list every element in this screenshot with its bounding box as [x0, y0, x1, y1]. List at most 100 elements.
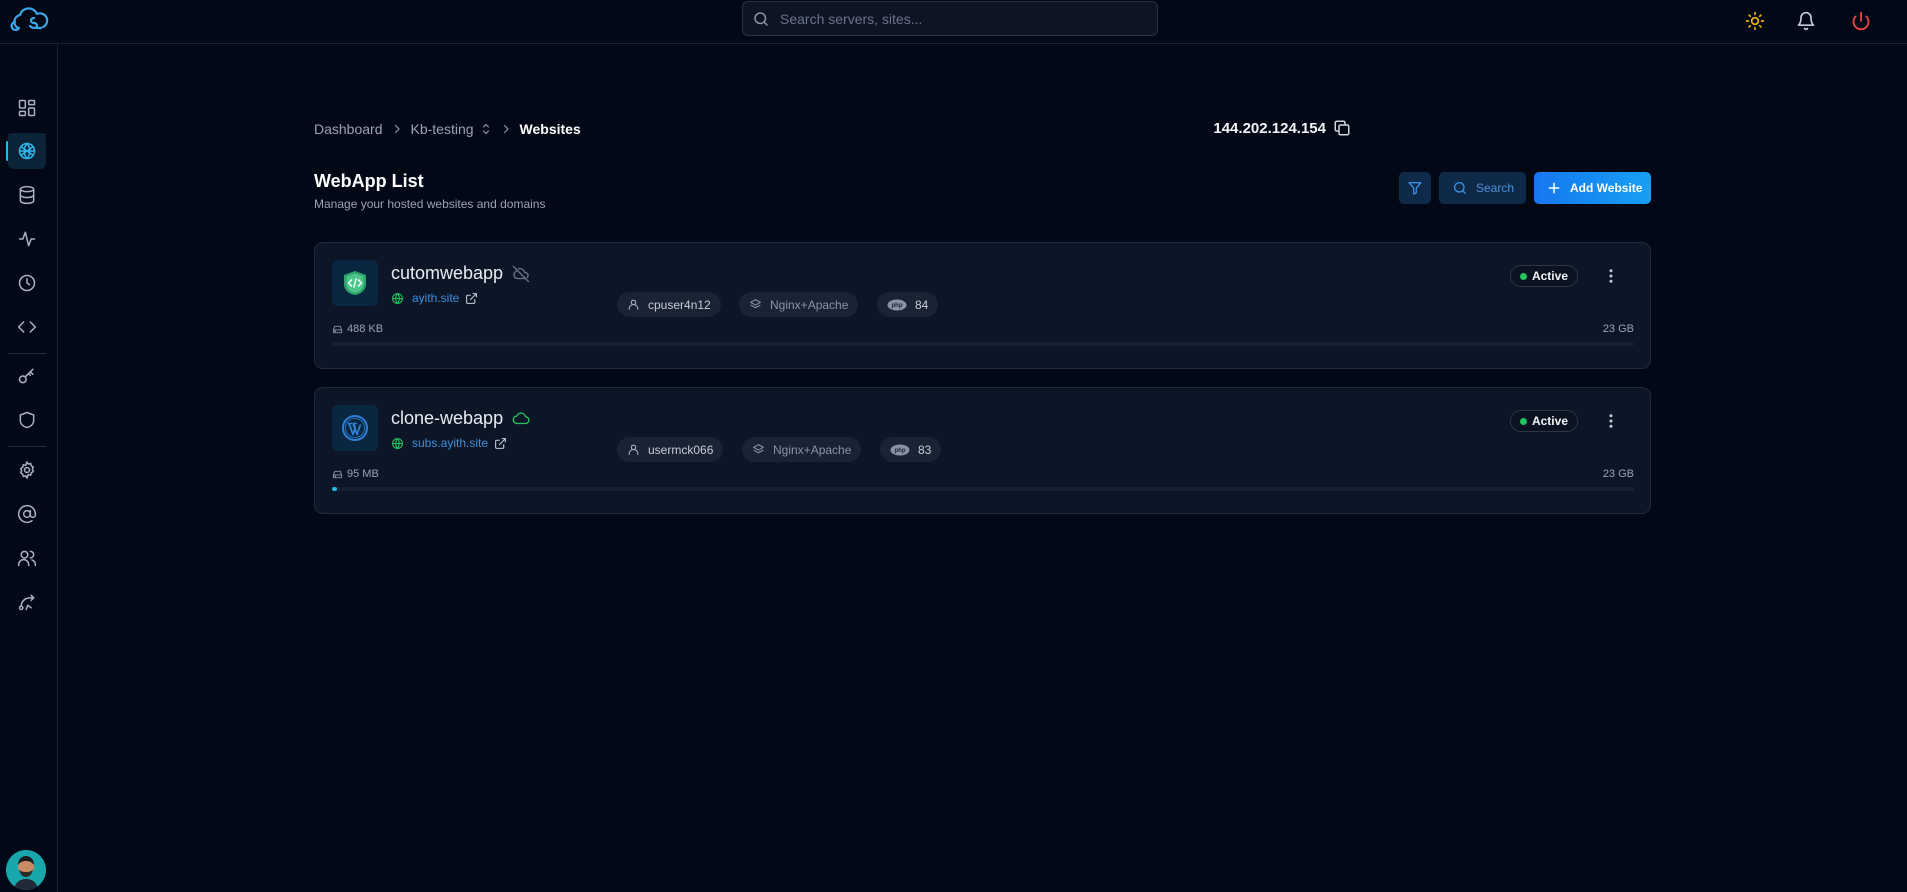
plus-icon — [1548, 182, 1560, 194]
clock-icon — [18, 274, 36, 292]
sidebar-item-security[interactable] — [8, 402, 46, 438]
hard-drive-icon — [332, 325, 343, 333]
webapp-card[interactable]: cutomwebapp ayith.site cpuser4n12 Nginx+… — [314, 242, 1651, 369]
webapp-status-text: Active — [1531, 414, 1568, 428]
search-websites-button[interactable]: Search — [1439, 172, 1526, 204]
users-icon — [17, 550, 37, 567]
at-sign-icon — [17, 504, 37, 524]
global-search-input[interactable] — [780, 10, 1140, 27]
svg-text:php: php — [895, 448, 906, 454]
webapp-domain-link[interactable]: subs.ayith.site — [391, 436, 507, 450]
top-bar — [0, 0, 1907, 44]
webapp-php-version: 84 — [915, 297, 929, 312]
external-link-icon — [495, 437, 506, 449]
copy-icon[interactable] — [1333, 119, 1351, 137]
sidebar-item-ssh-keys[interactable] — [8, 358, 46, 394]
wordpress-icon — [342, 415, 368, 441]
webapp-name-text: clone-webapp — [391, 408, 504, 428]
server-ip-display: 144.202.124.154 — [1213, 119, 1351, 137]
gear-icon — [19, 460, 35, 480]
webapp-stack-text: Nginx+Apache — [770, 297, 849, 312]
sidebar-item-databases[interactable] — [8, 177, 46, 213]
route-icon — [18, 594, 35, 611]
webapp-stack-chip: Nginx+Apache — [742, 437, 862, 462]
webapp-status-badge: Active — [1509, 265, 1578, 287]
webapp-php-version: 83 — [918, 442, 932, 457]
chevron-right-icon — [394, 124, 400, 134]
sidebar — [0, 44, 58, 892]
sidebar-item-websites[interactable] — [8, 133, 46, 169]
globe-icon — [392, 437, 403, 449]
webapp-domain-text: subs.ayith.site — [412, 436, 489, 450]
more-vertical-icon[interactable] — [1602, 412, 1620, 430]
custom-code-icon — [344, 271, 366, 295]
cloud-icon — [512, 411, 530, 424]
filter-button[interactable] — [1399, 172, 1431, 204]
bell-icon — [1797, 11, 1815, 31]
webapp-stack-text: Nginx+Apache — [773, 442, 852, 457]
webapp-disk-usage: 95 MB — [332, 468, 379, 480]
filter-icon — [1408, 182, 1422, 195]
webapp-disk-total: 23 GB — [1602, 468, 1634, 480]
status-dot — [1519, 272, 1527, 280]
sidebar-item-code[interactable] — [8, 309, 46, 345]
webapp-disk-usage: 488 KB — [332, 323, 383, 335]
webapp-domain-link[interactable]: ayith.site — [391, 291, 478, 305]
layers-icon — [753, 444, 764, 454]
webapp-disk-total: 23 GB — [1602, 323, 1634, 335]
status-dot — [1519, 417, 1527, 425]
chevron-up-down-icon[interactable] — [480, 122, 492, 136]
breadcrumb-current: Websites — [519, 121, 581, 137]
key-icon — [18, 368, 34, 384]
user-icon — [628, 299, 639, 310]
sidebar-item-users[interactable] — [8, 540, 46, 576]
sidebar-item-settings[interactable] — [8, 452, 46, 488]
webapp-status-text: Active — [1531, 269, 1568, 283]
sidebar-item-migration[interactable] — [8, 584, 46, 620]
webapp-logo — [332, 405, 378, 451]
webapp-user-text: cpuser4n12 — [648, 297, 711, 312]
breadcrumb-server-link[interactable]: Kb-testing — [411, 121, 474, 137]
webapp-name[interactable]: cutomwebapp — [391, 263, 530, 284]
webapp-name-text: cutomwebapp — [391, 263, 504, 283]
webapp-name[interactable]: clone-webapp — [391, 408, 530, 429]
avatar-illustration — [6, 850, 46, 890]
webapp-php-chip: php 83 — [880, 437, 942, 462]
webapp-user-chip: cpuser4n12 — [617, 292, 721, 317]
layers-icon — [750, 299, 761, 309]
webapp-card[interactable]: clone-webapp subs.ayith.site usermck066 … — [314, 387, 1651, 514]
more-vertical-icon[interactable] — [1602, 267, 1620, 285]
sidebar-item-email[interactable] — [8, 496, 46, 532]
globe-icon — [392, 292, 403, 304]
webapp-disk-used: 488 KB — [347, 323, 384, 335]
breadcrumb-dashboard-link[interactable]: Dashboard — [314, 121, 383, 137]
php-icon: php — [890, 444, 910, 455]
sidebar-item-dashboard[interactable] — [8, 90, 46, 126]
chevron-right-icon — [503, 124, 509, 134]
sidebar-item-cron[interactable] — [8, 265, 46, 301]
webapp-disk-progress — [332, 487, 1634, 491]
globe-network-icon — [18, 142, 36, 160]
webapp-domain-text: ayith.site — [412, 291, 460, 305]
php-icon: php — [887, 299, 907, 310]
brand-logo[interactable] — [8, 6, 52, 36]
sidebar-divider — [8, 353, 46, 354]
sidebar-item-monitoring[interactable] — [8, 221, 46, 257]
webapp-disk-progress-fill — [332, 487, 338, 491]
logout-button[interactable] — [1848, 8, 1874, 34]
global-search-box[interactable] — [742, 1, 1158, 36]
add-website-button[interactable]: Add Website — [1534, 172, 1651, 204]
notifications-button[interactable] — [1793, 8, 1819, 34]
page-title: WebApp List — [314, 171, 424, 191]
theme-toggle-button[interactable] — [1742, 8, 1768, 34]
webapp-php-chip: php 84 — [877, 292, 939, 317]
webapp-user-text: usermck066 — [648, 442, 714, 457]
user-icon — [628, 444, 639, 455]
add-website-label: Add Website — [1570, 181, 1643, 195]
webapp-logo — [332, 260, 378, 306]
dashboard-grid-icon — [18, 99, 36, 117]
webapp-stack-chip: Nginx+Apache — [739, 292, 859, 317]
page-subtitle: Manage your hosted websites and domains — [314, 197, 546, 211]
hard-drive-icon — [332, 470, 343, 478]
user-avatar[interactable] — [6, 850, 46, 890]
